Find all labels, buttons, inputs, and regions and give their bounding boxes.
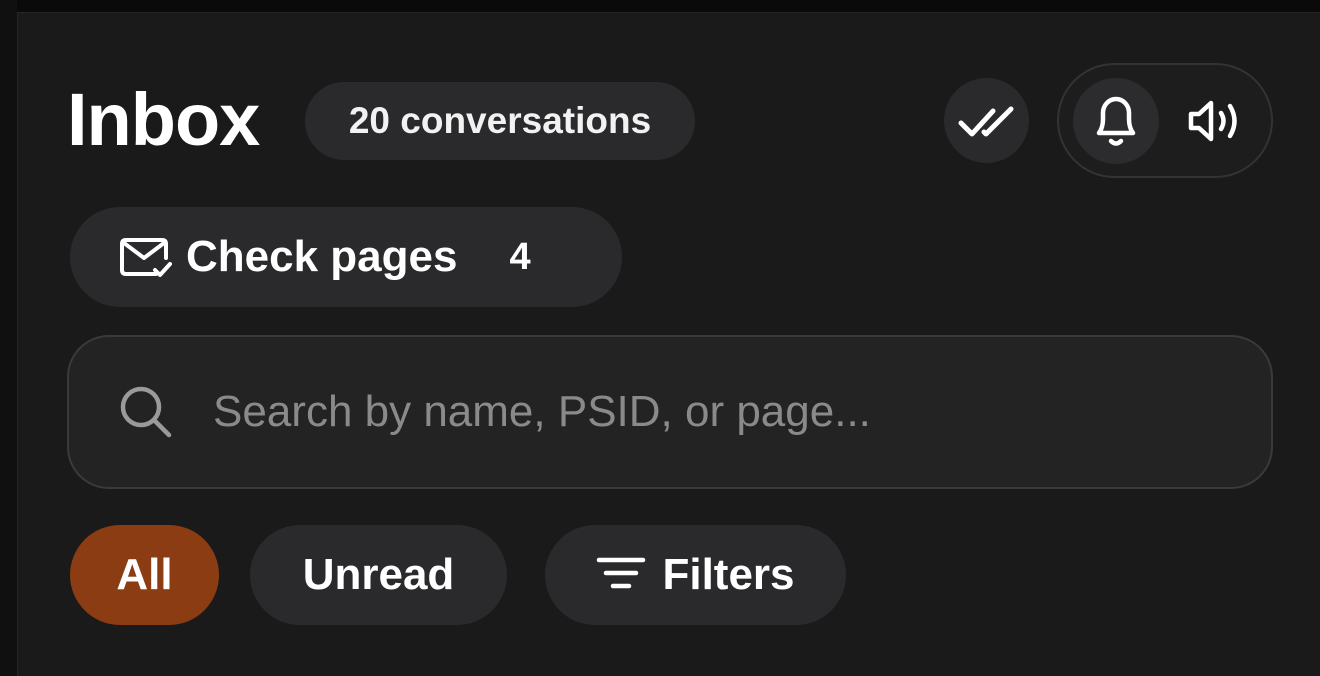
filters-button[interactable]: Filters	[545, 525, 846, 625]
filter-chip-all[interactable]: All	[70, 525, 219, 625]
check-pages-label: Check pages	[186, 232, 458, 281]
check-pages-count: 4	[509, 235, 531, 278]
alert-toggle-group	[1057, 63, 1273, 178]
filter-chip-unread[interactable]: Unread	[250, 525, 507, 625]
mark-all-read-button[interactable]	[944, 78, 1029, 163]
search-icon	[120, 386, 172, 438]
search-box	[67, 335, 1273, 489]
notifications-button[interactable]	[1073, 78, 1159, 164]
check-pages-button[interactable]: Check pages 4	[70, 207, 622, 307]
left-border	[0, 0, 17, 676]
filter-chip-all-label: All	[116, 550, 173, 599]
search-input[interactable]	[213, 372, 1271, 452]
page-title: Inbox	[67, 78, 260, 161]
speaker-icon	[1188, 100, 1237, 142]
top-strip	[0, 0, 1320, 12]
mail-check-icon	[120, 238, 172, 277]
filter-lines-icon	[597, 557, 646, 589]
sound-button[interactable]	[1173, 78, 1259, 164]
bell-icon	[1096, 96, 1136, 146]
filters-button-label: Filters	[662, 550, 795, 599]
double-check-icon	[958, 106, 1013, 136]
filter-chip-unread-label: Unread	[302, 550, 455, 599]
conversation-count-badge: 20 conversations	[305, 82, 695, 160]
